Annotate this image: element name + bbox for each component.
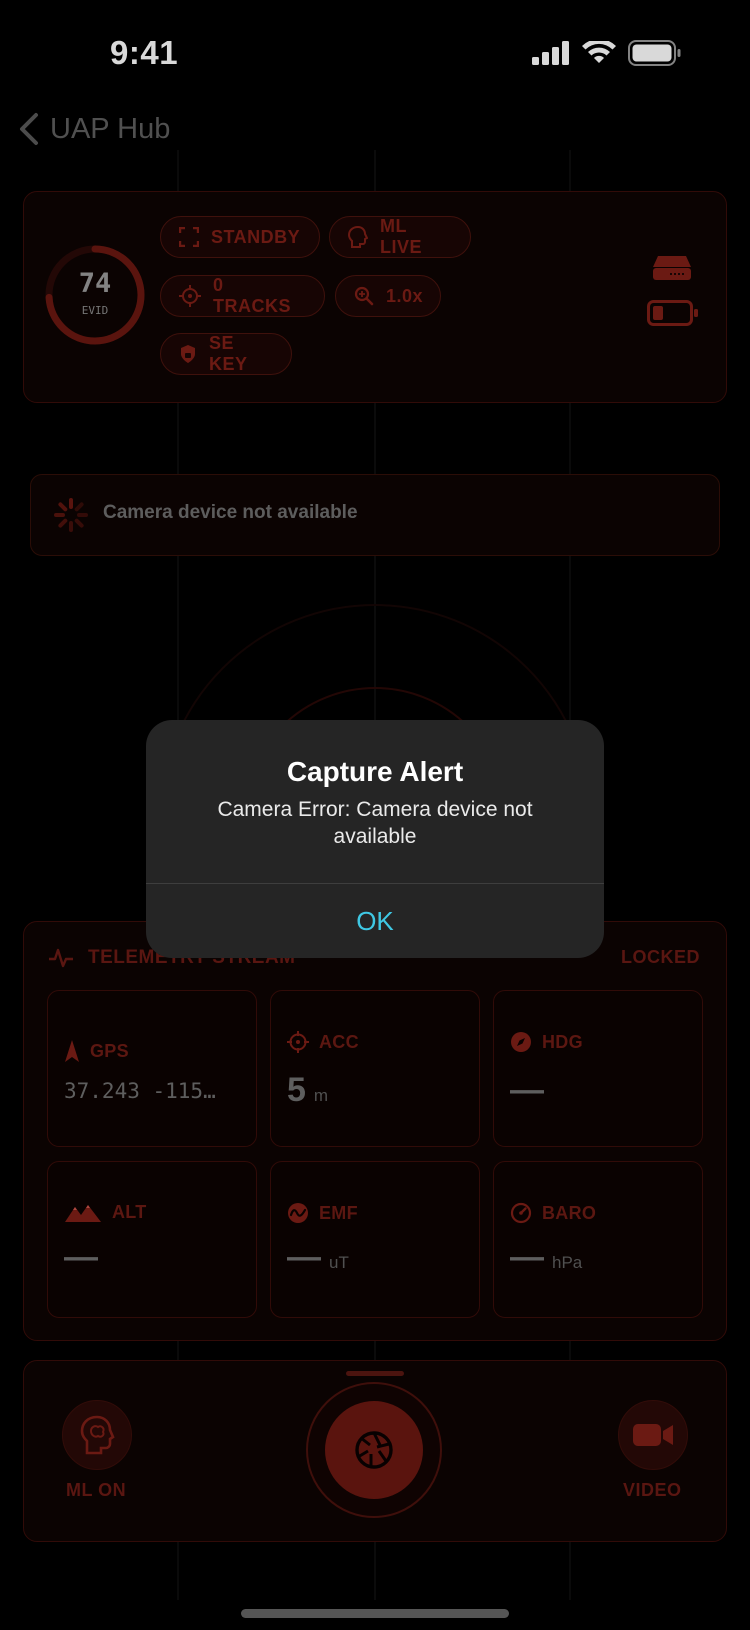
alert-ok-button[interactable]: OK — [146, 884, 604, 958]
alert-title: Capture Alert — [286, 756, 464, 787]
capture-alert-dialog: Capture Alert Camera Error: Camera devic… — [146, 720, 604, 958]
alert-message: Camera Error: Camera device not availabl… — [217, 798, 533, 848]
home-indicator[interactable] — [241, 1609, 509, 1618]
